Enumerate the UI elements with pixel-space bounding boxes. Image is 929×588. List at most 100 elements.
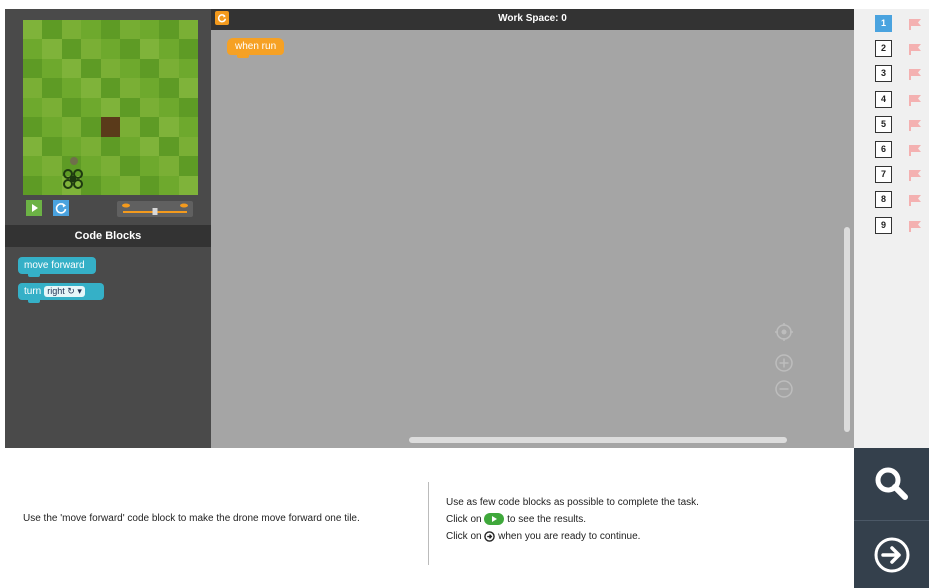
grid-tile [159, 175, 179, 195]
move-forward-block[interactable]: move forward [18, 257, 96, 277]
flag-icon [909, 220, 921, 232]
chevron-down-icon: ▾ [77, 285, 82, 296]
grid-tile [159, 136, 179, 157]
magnifier-icon [875, 467, 908, 500]
tip-continue-prefix: Click on [446, 531, 482, 542]
level-button[interactable]: 6 [875, 141, 892, 158]
level-button[interactable]: 5 [875, 115, 892, 133]
move-forward-label: move forward [24, 260, 85, 271]
grid-tile [120, 97, 140, 118]
level-button[interactable]: 2 [875, 40, 892, 58]
grid-tile [139, 156, 160, 176]
vertical-scrollbar[interactable] [844, 227, 850, 432]
flag-icon [909, 44, 921, 56]
workspace[interactable]: Work Space: 0 when run [211, 9, 854, 448]
recenter-icon[interactable] [775, 323, 793, 341]
grid-tile [178, 175, 198, 195]
turn-label: turn [24, 286, 42, 297]
grid-tile [23, 175, 43, 195]
grid-tile [81, 117, 101, 137]
grid-tile [81, 78, 101, 98]
grid-tile [81, 58, 101, 79]
level-button[interactable]: 3 [875, 65, 892, 83]
level-button[interactable]: 1 [875, 15, 892, 32]
zoom-out-icon[interactable] [775, 380, 793, 398]
grid-tile [120, 136, 140, 157]
simulation-panel: Code Blocks move forward turn right ↻ ▾ [5, 9, 211, 448]
hint-search-button[interactable] [854, 448, 929, 520]
when-run-label: when run [235, 41, 277, 52]
grid-tile [178, 156, 198, 176]
flag-icon [909, 170, 921, 182]
grid-tile [139, 58, 160, 79]
level-list: 1 2 3 4 5 6 7 8 9 [854, 9, 929, 448]
grid-tile [159, 117, 179, 137]
grid-tile [42, 39, 62, 59]
divider [428, 482, 429, 565]
task-instruction: Use the 'move forward' code block to mak… [23, 513, 360, 524]
flag-icon [909, 19, 921, 30]
grid-tile [42, 97, 62, 118]
slow-turtle-icon [122, 203, 130, 208]
grid-tile [100, 117, 121, 137]
speed-slider[interactable] [117, 201, 193, 217]
grid-tile [23, 156, 43, 176]
grid-tile [178, 20, 198, 40]
grid-tile [23, 78, 43, 98]
next-button[interactable] [854, 521, 929, 588]
grid-tile [42, 117, 62, 137]
drone-target-marker [70, 157, 78, 165]
flag-icon [909, 94, 921, 106]
when-run-block[interactable]: when run [227, 38, 285, 58]
grid-tile [159, 97, 179, 118]
grid-tile [42, 58, 62, 79]
tip-few-blocks: Use as few code blocks as possible to co… [446, 497, 699, 508]
horizontal-scrollbar[interactable] [409, 437, 787, 443]
play-button[interactable] [26, 200, 42, 216]
grid-tile [120, 20, 140, 40]
grid-tile [61, 58, 82, 79]
level-button[interactable]: 8 [875, 191, 892, 209]
grid-tile [178, 58, 198, 79]
play-icon [32, 204, 38, 212]
instructions-panel: Use the 'move forward' code block to mak… [5, 448, 854, 588]
turn-direction-dropdown[interactable]: right ↻ ▾ [44, 285, 85, 297]
clear-workspace-button[interactable] [215, 11, 229, 25]
flag-icon [909, 145, 921, 156]
next-circle-icon [484, 531, 496, 542]
grid-tile [120, 156, 140, 176]
grid-tile [23, 39, 43, 59]
grid-tile [100, 136, 121, 157]
level-button[interactable]: 4 [875, 90, 892, 108]
tip-continue: Click on when you are ready to continue. [446, 528, 699, 545]
grid-tile [139, 39, 160, 59]
tip-run: Click on to see the results. [446, 511, 699, 528]
code-blocks-header: Code Blocks [5, 225, 211, 247]
grid-tile [61, 78, 82, 98]
level-button[interactable]: 9 [875, 216, 892, 234]
grid-tile [178, 136, 198, 157]
grid-tile [81, 156, 101, 176]
turn-block[interactable]: turn right ↻ ▾ [18, 283, 104, 303]
slider-thumb [152, 208, 158, 215]
grid-tile [61, 97, 82, 118]
grid-tile [159, 20, 179, 40]
terrain-grid [23, 20, 198, 195]
grid-tile [100, 175, 121, 195]
tip-run-suffix: to see the results. [507, 514, 587, 525]
grid-tile [139, 175, 160, 195]
reset-simulation-button[interactable] [53, 200, 69, 216]
tip-continue-suffix: when you are ready to continue. [498, 531, 641, 542]
tip-run-prefix: Click on [446, 514, 482, 525]
grid-tile [159, 156, 179, 176]
speed-slider-graphic [122, 203, 188, 215]
zoom-in-icon[interactable] [775, 354, 793, 372]
grid-tile [139, 136, 160, 157]
grid-tile [23, 20, 43, 40]
level-button[interactable]: 7 [875, 166, 892, 184]
grid-tile [139, 97, 160, 118]
grid-tile [61, 20, 82, 40]
grid-tile [120, 117, 140, 137]
grid-tile [159, 58, 179, 79]
turn-direction-value: right ↻ [47, 285, 75, 296]
